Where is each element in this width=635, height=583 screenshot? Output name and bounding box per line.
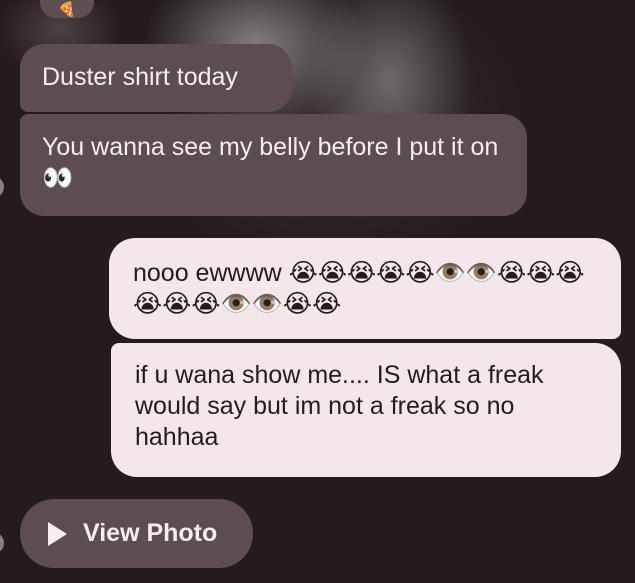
message-bubble-incoming[interactable]: You wanna see my belly before I put it o… xyxy=(20,114,527,216)
message-bubble-incoming[interactable]: Duster shirt today xyxy=(20,44,292,112)
message-text: if u wana show me.... IS what a freak wo… xyxy=(135,361,551,451)
view-photo-button[interactable]: View Photo xyxy=(20,499,253,568)
play-icon xyxy=(48,521,67,546)
view-photo-label: View Photo xyxy=(83,519,218,547)
message-text: Duster shirt today xyxy=(42,63,238,91)
pizza-reaction-icon: 🍕 xyxy=(58,1,76,17)
message-bubble-outgoing[interactable]: nooo ewwww 😭😭😭😭😭👁️👁️😭😭😭😭😭😭👁️👁️😭😭 xyxy=(109,238,621,339)
message-bubble-outgoing[interactable]: if u wana show me.... IS what a freak wo… xyxy=(111,343,621,477)
reaction-bubble[interactable]: 🍕 xyxy=(40,0,94,18)
message-text: nooo ewwww 😭😭😭😭😭👁️👁️😭😭😭😭😭😭👁️👁️😭😭 xyxy=(133,259,585,318)
message-text: You wanna see my belly before I put it o… xyxy=(42,133,499,192)
